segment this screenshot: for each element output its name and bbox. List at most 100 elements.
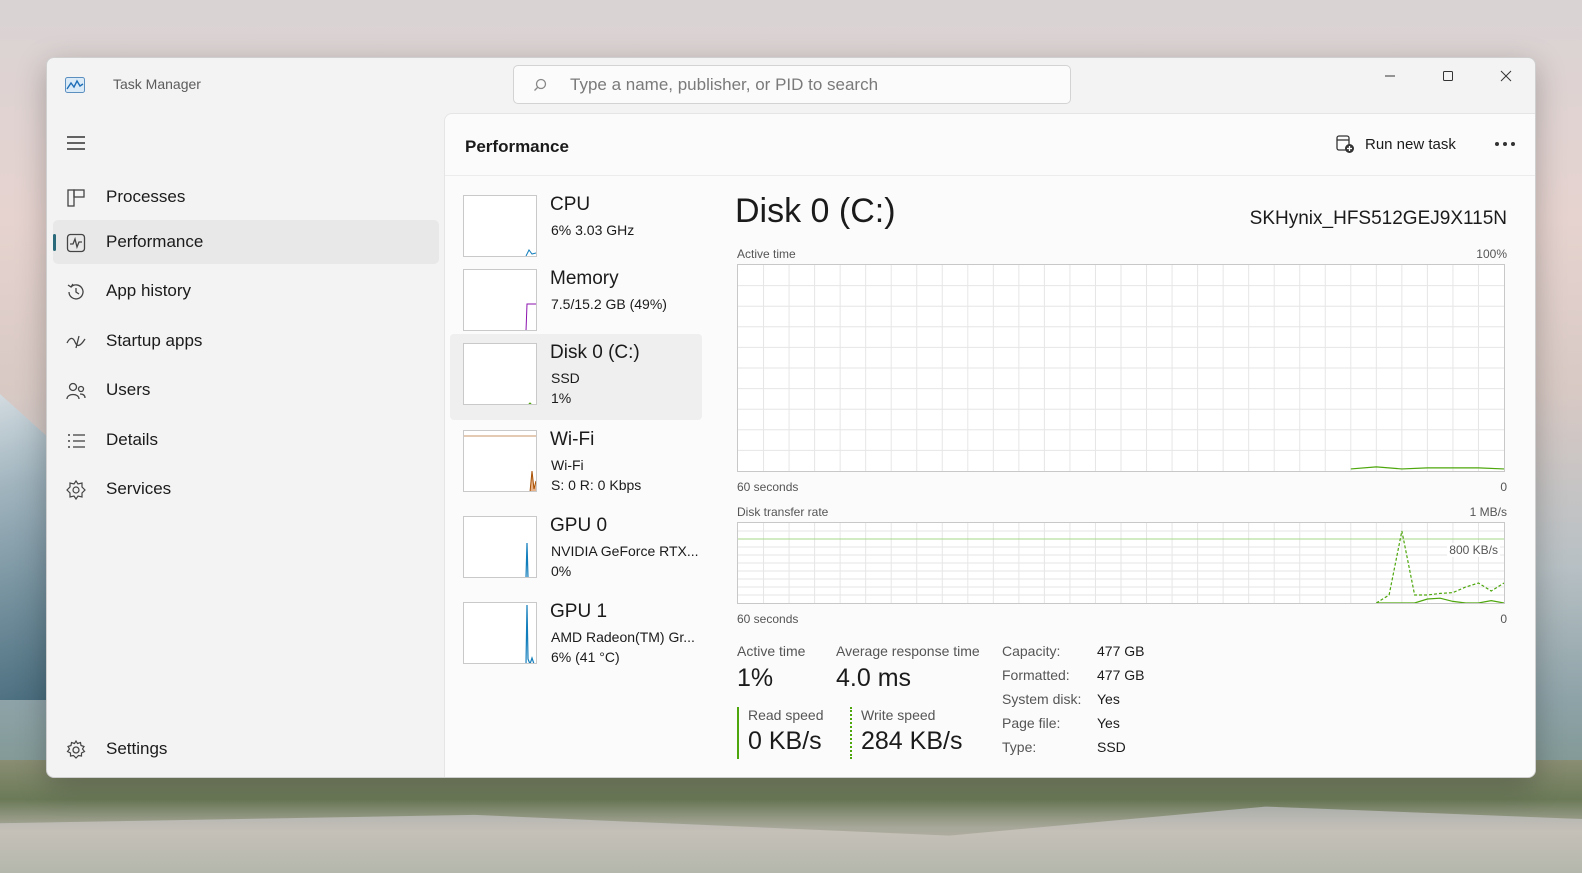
run-new-task-button[interactable]: Run new task — [1335, 130, 1456, 158]
nav-label: Settings — [106, 739, 168, 758]
nav-label: Users — [106, 380, 151, 399]
write-speed-value: 284 KB/s — [861, 727, 963, 755]
type-value: SSD — [1097, 739, 1126, 755]
nav-label: Details — [106, 430, 158, 449]
nav-label: Services — [106, 479, 172, 498]
nav-item-details[interactable]: Details — [53, 418, 439, 462]
device-thumbnail — [463, 516, 537, 578]
device-name: GPU 0 — [550, 515, 608, 536]
read-speed-label: Read speed — [748, 707, 824, 723]
maximize-icon — [1443, 71, 1453, 81]
minimize-button[interactable] — [1361, 58, 1419, 94]
device-detail: 6% 3.03 GHz — [551, 222, 635, 238]
device-thumbnail — [463, 343, 537, 405]
active-time-max-label: 100% — [1476, 247, 1507, 261]
device-name: CPU — [550, 194, 591, 215]
active-time-graph — [737, 264, 1505, 472]
device-thumbnail — [463, 195, 537, 257]
nav-label: App history — [106, 281, 192, 300]
services-icon — [66, 479, 86, 501]
disk-title: Disk 0 (C:) — [735, 192, 896, 230]
app-title: Task Manager — [113, 76, 201, 92]
device-thumbnail — [463, 602, 537, 664]
more-icon — [1495, 142, 1515, 146]
details-icon — [68, 434, 85, 448]
type-label: Type: — [1002, 739, 1037, 755]
disk-detail-panel: Disk 0 (C:) SKHynix_HFS512GEJ9X115N Acti… — [735, 192, 1507, 772]
transfer-rate-chart-label: Disk transfer rate — [737, 505, 829, 519]
transfer-rate-plot — [738, 523, 1505, 604]
device-detail: 6% (41 °C) — [551, 649, 620, 665]
read-speed-bar — [737, 707, 739, 759]
transfer-rate-duration-label: 60 seconds — [737, 612, 799, 626]
write-speed-bar — [850, 707, 852, 759]
nav-item-app-history[interactable]: App history — [53, 269, 439, 313]
device-item-gpu0[interactable]: GPU 0 NVIDIA GeForce RTX... 0% — [450, 507, 702, 593]
nav-pane: Processes Performance App history Startu… — [47, 112, 443, 777]
transfer-rate-mid-label: 800 KB/s — [1447, 543, 1500, 557]
device-detail: Wi-Fi — [551, 457, 584, 473]
search-icon — [534, 78, 547, 91]
device-item-gpu1[interactable]: GPU 1 AMD Radeon(TM) Gr... 6% (41 °C) — [450, 593, 702, 679]
task-manager-window: Task Manager Pro — [46, 57, 1536, 778]
avg-response-value: 4.0 ms — [836, 664, 912, 692]
capacity-value: 477 GB — [1097, 643, 1145, 659]
gear-icon — [66, 739, 86, 759]
device-detail: AMD Radeon(TM) Gr... — [551, 629, 695, 645]
write-rate-series-line — [1376, 530, 1505, 604]
nav-item-processes[interactable]: Processes — [53, 175, 439, 219]
nav-item-users[interactable]: Users — [53, 368, 439, 412]
device-detail: 0% — [551, 563, 572, 579]
nav-item-settings[interactable]: Settings — [53, 727, 439, 771]
formatted-value: 477 GB — [1097, 667, 1145, 683]
system-disk-value: Yes — [1097, 691, 1120, 707]
users-icon — [66, 382, 86, 400]
page-title: Performance — [465, 137, 569, 156]
capacity-label: Capacity: — [1002, 643, 1061, 659]
nav-item-performance[interactable]: Performance — [53, 220, 439, 264]
search-input[interactable] — [570, 74, 1050, 96]
run-new-task-icon — [1336, 135, 1354, 153]
avg-response-label: Average response time — [836, 643, 980, 659]
device-item-wifi[interactable]: Wi-Fi Wi-Fi S: 0 R: 0 Kbps — [450, 421, 702, 507]
close-icon — [1500, 70, 1512, 82]
page-file-label: Page file: — [1002, 715, 1061, 731]
device-name: Wi-Fi — [550, 429, 595, 450]
title-bar: Task Manager — [47, 58, 1535, 112]
device-detail: SSD — [551, 370, 580, 386]
processes-icon — [67, 189, 85, 207]
gpu0-mini-graph — [525, 542, 529, 577]
close-button[interactable] — [1477, 58, 1535, 94]
nav-item-services[interactable]: Services — [53, 467, 439, 511]
nav-label: Processes — [106, 187, 186, 206]
maximize-button[interactable] — [1419, 58, 1477, 94]
run-new-task-label: Run new task — [1365, 135, 1456, 153]
startup-icon — [66, 335, 86, 349]
gpu1-mini-graph — [525, 604, 535, 663]
device-item-disk[interactable]: Disk 0 (C:) SSD 1% — [450, 334, 702, 420]
more-options-button[interactable] — [1491, 130, 1519, 158]
transfer-rate-max-label: 1 MB/s — [1469, 505, 1507, 519]
page-file-value: Yes — [1097, 715, 1120, 731]
read-rate-series-line — [1376, 597, 1505, 604]
device-name: GPU 1 — [550, 601, 608, 622]
disk-model: SKHynix_HFS512GEJ9X115N — [1249, 208, 1507, 229]
memory-mini-graph — [525, 303, 536, 330]
active-time-plot — [738, 265, 1505, 471]
task-manager-icon — [65, 77, 85, 93]
hamburger-menu-icon[interactable] — [65, 132, 87, 154]
cpu-mini-graph — [525, 249, 536, 256]
active-time-chart-label: Active time — [737, 247, 796, 261]
nav-label: Startup apps — [106, 331, 203, 350]
search-box[interactable] — [513, 65, 1071, 104]
device-detail: NVIDIA GeForce RTX... — [551, 543, 699, 559]
formatted-label: Formatted: — [1002, 667, 1070, 683]
system-disk-label: System disk: — [1002, 691, 1082, 707]
nav-item-startup-apps[interactable]: Startup apps — [53, 319, 439, 363]
device-detail: 7.5/15.2 GB (49%) — [551, 296, 667, 312]
device-name: Memory — [550, 268, 619, 289]
device-name: Disk 0 (C:) — [550, 342, 640, 363]
content-header: Performance Run new task — [445, 114, 1535, 176]
device-thumbnail — [463, 269, 537, 331]
history-icon — [67, 283, 84, 300]
